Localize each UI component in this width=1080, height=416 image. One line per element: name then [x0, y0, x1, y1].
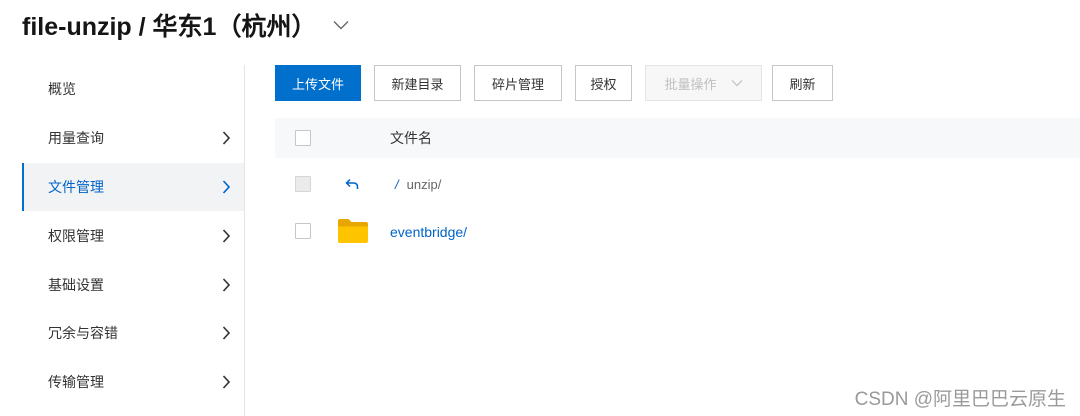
select-all-checkbox[interactable] — [295, 130, 311, 146]
page-title: file-unzip / 华东1（杭州） — [22, 13, 317, 41]
file-table-header: 文件名 — [275, 118, 1080, 158]
sidebar-item-label: 用量查询 — [48, 130, 104, 147]
sidebar-item-basic-settings[interactable]: 基础设置 — [22, 260, 244, 309]
chevron-down-icon — [731, 80, 742, 87]
batch-operations-dropdown[interactable]: 批量操作 — [645, 65, 762, 101]
refresh-button[interactable]: 刷新 — [772, 65, 833, 101]
fragments-button[interactable]: 碎片管理 — [474, 65, 562, 101]
sidebar-item-label: 文件管理 — [48, 178, 104, 195]
chevron-right-icon — [222, 180, 230, 194]
sidebar-item-label: 传输管理 — [48, 374, 104, 391]
sidebar-item-redundancy[interactable]: 冗余与容错 — [22, 309, 244, 358]
sidebar-item-transfer[interactable]: 传输管理 — [22, 358, 244, 407]
chevron-down-icon[interactable] — [333, 20, 349, 30]
sidebar-item-label: 权限管理 — [48, 227, 104, 244]
sidebar-item-permissions[interactable]: 权限管理 — [22, 211, 244, 260]
current-path-text: unzip/ — [406, 176, 442, 192]
chevron-right-icon — [222, 278, 230, 292]
sidebar-item-label: 概览 — [48, 81, 76, 98]
sidebar-item-overview[interactable]: 概览 — [22, 65, 244, 114]
new-folder-button[interactable]: 新建目录 — [374, 65, 461, 101]
chevron-right-icon — [222, 131, 230, 145]
authorize-button[interactable]: 授权 — [575, 65, 632, 101]
chevron-right-icon — [222, 229, 230, 243]
row-checkbox[interactable] — [295, 223, 311, 239]
folder-name-link[interactable]: eventbridge/ — [390, 208, 467, 256]
folder-icon — [338, 219, 368, 243]
row-checkbox — [295, 176, 311, 192]
back-arrow-icon[interactable] — [345, 178, 359, 190]
column-header-filename: 文件名 — [390, 130, 432, 146]
sidebar-nav: 概览 用量查询 文件管理 权限管理 基础设置 冗余与容错 传输管理 — [22, 65, 245, 416]
sidebar-item-file-management[interactable]: 文件管理 — [22, 162, 244, 212]
watermark: CSDN @阿里巴巴云原生 — [854, 389, 1066, 410]
upload-file-button[interactable]: 上传文件 — [275, 65, 361, 101]
sidebar-item-label: 冗余与容错 — [48, 325, 118, 342]
chevron-right-icon — [222, 375, 230, 389]
table-row[interactable]: eventbridge/ — [275, 208, 1080, 256]
sidebar-item-usage[interactable]: 用量查询 — [22, 114, 244, 163]
chevron-right-icon — [222, 326, 230, 340]
root-path-link[interactable]: / — [395, 177, 399, 192]
sidebar-item-label: 基础设置 — [48, 276, 104, 293]
breadcrumb-path: / unzip/ — [395, 160, 441, 208]
bucket-selector[interactable]: file-unzip / 华东1（杭州） — [22, 7, 349, 43]
table-row-parent: / unzip/ — [275, 160, 1080, 208]
batch-operations-label: 批量操作 — [664, 76, 717, 92]
